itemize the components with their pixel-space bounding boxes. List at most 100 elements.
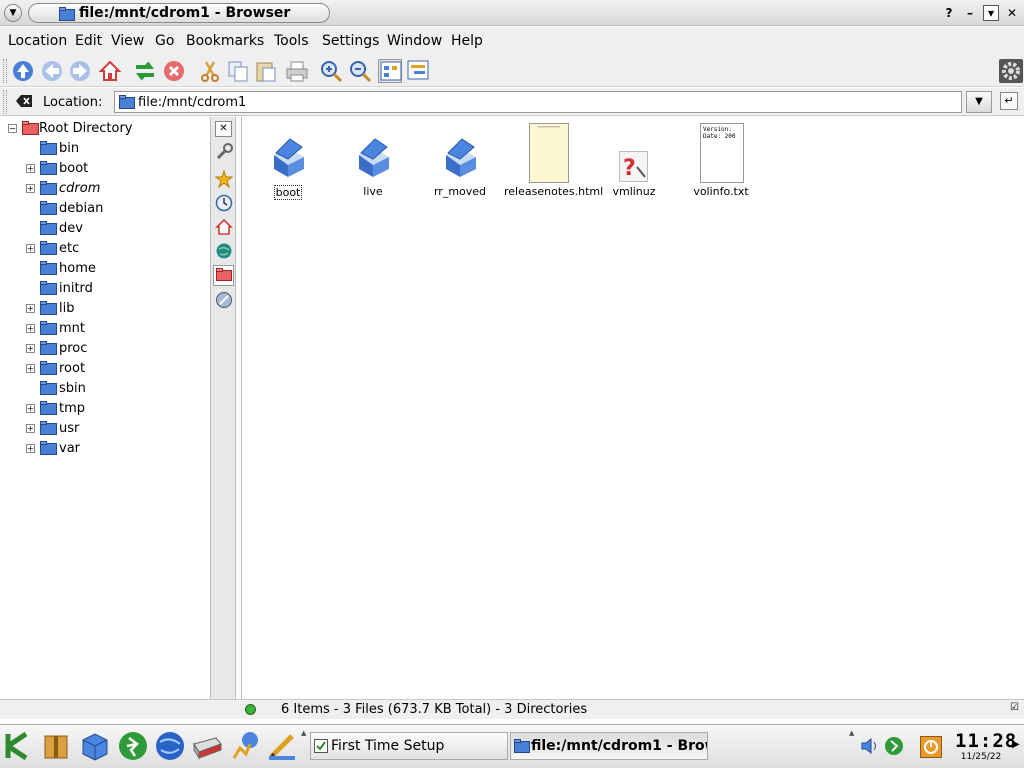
paste-icon[interactable]: [254, 59, 278, 83]
clear-location-icon[interactable]: [15, 93, 33, 112]
home-icon[interactable]: [98, 59, 122, 83]
locationbar-grip[interactable]: [3, 90, 7, 114]
tree-item-proc[interactable]: + proc: [0, 339, 210, 359]
expand-icon[interactable]: +: [26, 244, 35, 253]
menu-location[interactable]: Location: [8, 33, 67, 49]
menu-go[interactable]: Go: [155, 33, 174, 49]
stop-icon[interactable]: [162, 59, 186, 83]
globe-icon[interactable]: [154, 730, 186, 762]
close-button[interactable]: ✕: [1004, 5, 1020, 21]
go-enter-icon[interactable]: ↵: [1000, 92, 1018, 110]
tree-item-mnt[interactable]: + mnt: [0, 319, 210, 339]
tree-item-var[interactable]: + var: [0, 439, 210, 459]
tree-item-tmp[interactable]: + tmp: [0, 399, 210, 419]
task-first-time-setup[interactable]: First Time Setup: [310, 732, 508, 760]
file-item-live[interactable]: live: [328, 123, 418, 198]
cut-icon[interactable]: [198, 59, 222, 83]
editor-icon[interactable]: [266, 730, 298, 762]
tree-item-debian[interactable]: debian: [0, 199, 210, 219]
tree-item-initrd[interactable]: initrd: [0, 279, 210, 299]
tree-item-usr[interactable]: + usr: [0, 419, 210, 439]
tree-item-cdrom[interactable]: + cdrom: [0, 179, 210, 199]
tree-item-home[interactable]: home: [0, 259, 210, 279]
shade-button[interactable]: ▾: [983, 5, 999, 21]
package-icon[interactable]: [40, 730, 72, 762]
back-icon[interactable]: [40, 59, 64, 83]
menu-help[interactable]: Help: [451, 33, 483, 49]
tree-item-bin[interactable]: bin: [0, 139, 210, 159]
zoom-in-icon[interactable]: [319, 59, 343, 83]
collapse-icon[interactable]: −: [8, 124, 17, 133]
help-button[interactable]: ?: [941, 5, 957, 21]
services-icon[interactable]: [213, 291, 234, 312]
tree-item-lib[interactable]: + lib: [0, 299, 210, 319]
tree-view-icon[interactable]: [406, 59, 430, 83]
home-icon[interactable]: [213, 218, 234, 239]
tree-item-root[interactable]: + root: [0, 359, 210, 379]
power-icon[interactable]: [920, 736, 942, 758]
location-dropdown-button[interactable]: ▼: [966, 91, 992, 113]
tree-item-etc[interactable]: + etc: [0, 239, 210, 259]
menu-window[interactable]: Window: [387, 33, 442, 49]
expand-icon[interactable]: +: [26, 164, 35, 173]
runner-icon[interactable]: [117, 730, 149, 762]
throbber-gear-icon[interactable]: [999, 59, 1023, 83]
minimize-button[interactable]: –: [962, 5, 978, 21]
tree-item-boot[interactable]: + boot: [0, 159, 210, 179]
expand-icon[interactable]: +: [26, 324, 35, 333]
expand-icon[interactable]: +: [26, 344, 35, 353]
expand-icon[interactable]: +: [26, 444, 35, 453]
bookmarks-star-icon[interactable]: [213, 169, 234, 191]
expand-icon[interactable]: +: [26, 184, 35, 193]
window-menu-button[interactable]: ▼: [4, 4, 22, 22]
up-icon[interactable]: [11, 59, 35, 83]
expand-icon[interactable]: +: [26, 404, 35, 413]
tray-arrow-icon[interactable]: ▲: [849, 729, 854, 737]
window-titlebar[interactable]: ▼ file:/mnt/cdrom1 - Browser ? – ▾ ✕: [0, 0, 1024, 26]
tree-root[interactable]: − Root Directory: [0, 119, 210, 139]
menu-settings[interactable]: Settings: [322, 33, 379, 49]
terminal-runner-icon[interactable]: [228, 730, 260, 762]
clock[interactable]: 11:28 11/25/22: [955, 730, 1016, 764]
history-clock-icon[interactable]: [213, 194, 234, 215]
menu-edit[interactable]: Edit: [75, 33, 102, 49]
forward-icon[interactable]: [68, 59, 92, 83]
tree-item-sbin[interactable]: sbin: [0, 379, 210, 399]
k-menu-icon[interactable]: [2, 730, 34, 762]
file-item-volinfo[interactable]: Version: Date: 200 volinfo.txt: [676, 123, 766, 198]
expand-icon[interactable]: +: [26, 364, 35, 373]
expand-icon[interactable]: +: [26, 304, 35, 313]
zoom-out-icon[interactable]: [348, 59, 372, 83]
network-globe-icon[interactable]: [213, 242, 234, 263]
root-folder-icon[interactable]: [213, 265, 234, 286]
file-view[interactable]: boot live rr_moved releasenotes.html ? v…: [241, 117, 1024, 699]
configure-icon[interactable]: [213, 143, 234, 164]
scroll-up-icon[interactable]: ▲: [301, 729, 306, 737]
view-menu-icon[interactable]: ☑: [1010, 702, 1019, 713]
tree-item-label: cdrom: [59, 181, 101, 196]
menu-tools[interactable]: Tools: [274, 33, 309, 49]
task-browser[interactable]: file:/mnt/cdrom1 - Browser: [510, 732, 708, 760]
icon-view-icon[interactable]: [378, 59, 402, 83]
file-item-releasenotes[interactable]: releasenotes.html: [504, 123, 603, 198]
copy-icon[interactable]: [226, 59, 250, 83]
network-status-icon[interactable]: [884, 736, 904, 759]
expand-icon[interactable]: +: [26, 424, 35, 433]
close-sidebar-icon[interactable]: ✕: [215, 121, 232, 137]
file-item-rr-moved[interactable]: rr_moved: [415, 123, 505, 198]
drive-icon[interactable]: [191, 730, 223, 762]
file-item-vmlinuz[interactable]: ? vmlinuz: [589, 123, 679, 198]
tree-item-label: lib: [59, 301, 75, 316]
menu-bookmarks[interactable]: Bookmarks: [186, 33, 264, 49]
volume-icon[interactable]: [860, 736, 880, 759]
desktop-cube-icon[interactable]: [79, 730, 111, 762]
reload-icon[interactable]: [133, 59, 157, 83]
menu-view[interactable]: View: [111, 33, 144, 49]
tree-item-dev[interactable]: dev: [0, 219, 210, 239]
print-icon[interactable]: [285, 59, 309, 83]
location-input[interactable]: file:/mnt/cdrom1: [114, 91, 962, 113]
panel-hide-icon[interactable]: ▶: [1012, 739, 1020, 750]
directory-tree[interactable]: − Root Directory bin + boot + cdrom debian dev…: [0, 117, 211, 699]
toolbar-grip[interactable]: [3, 59, 7, 83]
file-item-boot[interactable]: boot: [243, 123, 333, 200]
